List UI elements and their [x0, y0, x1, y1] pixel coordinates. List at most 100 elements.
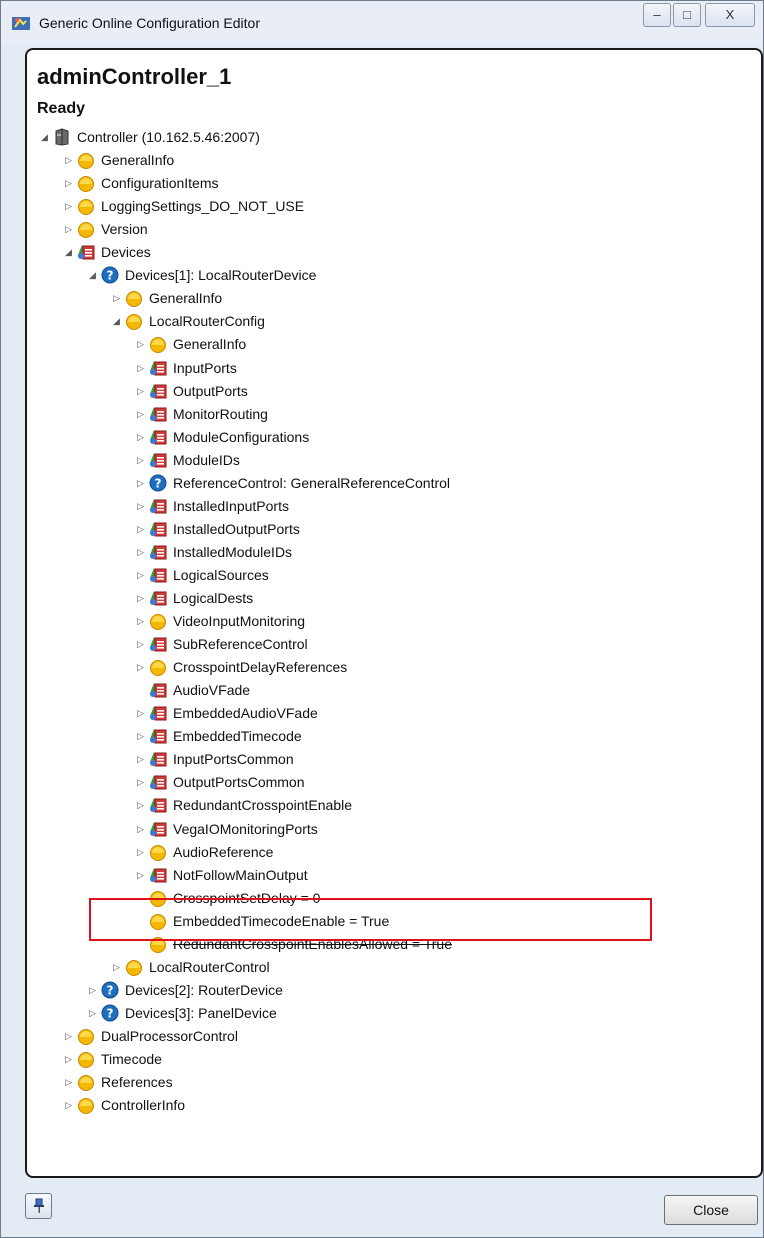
tree-node[interactable]: ▷ LoggingSettings_DO_NOT_USE — [65, 195, 727, 218]
tree-node[interactable]: ◢? Devices[1]: LocalRouterDevice — [89, 264, 727, 287]
tree-node[interactable]: ▷ ModuleIDs — [137, 449, 727, 472]
collapsed-triangle-icon[interactable]: ▷ — [137, 547, 145, 557]
tree-node[interactable]: ▷ OutputPortsCommon — [137, 771, 727, 794]
tree-node[interactable]: ▷ MonitorRouting — [137, 403, 727, 426]
collapsed-triangle-icon[interactable]: ▷ — [65, 1077, 73, 1087]
tree-node[interactable]: ▷ ConfigurationItems — [65, 172, 727, 195]
folder-icon — [150, 913, 166, 930]
tree-node[interactable]: ◢ Devices — [65, 241, 727, 264]
tree-node[interactable]: ◢ Controller (10.162.5.46:2007) — [41, 126, 727, 149]
tree-node[interactable]: ▷ GeneralInfo — [65, 149, 727, 172]
collapsed-triangle-icon[interactable]: ▷ — [137, 847, 145, 857]
expanded-triangle-icon[interactable]: ◢ — [41, 132, 49, 142]
tree-node[interactable]: ▷ LogicalDests — [137, 587, 727, 610]
collapsed-triangle-icon[interactable]: ▷ — [89, 985, 97, 995]
collapsed-triangle-icon[interactable]: ▷ — [137, 339, 145, 349]
collapsed-triangle-icon[interactable]: ▷ — [137, 409, 145, 419]
tree-node[interactable]: ▷ OutputPorts — [137, 380, 727, 403]
collapsed-triangle-icon[interactable]: ▷ — [137, 616, 145, 626]
collapsed-triangle-icon[interactable]: ▷ — [65, 224, 73, 234]
close-window-button[interactable]: X — [705, 3, 755, 27]
tree-node[interactable]: ▷ VegaIOMonitoringPorts — [137, 818, 727, 841]
collapsed-triangle-icon[interactable]: ▷ — [137, 639, 145, 649]
collapsed-triangle-icon[interactable]: ▷ — [89, 1008, 97, 1018]
tree-node-label: LocalRouterControl — [149, 958, 270, 975]
tree-node[interactable]: ▷ SubReferenceControl — [137, 633, 727, 656]
controller-icon — [55, 128, 69, 146]
tree-node[interactable]: ▷ GeneralInfo — [113, 287, 727, 310]
collapsed-triangle-icon[interactable]: ▷ — [137, 824, 145, 834]
tree-node[interactable]: RedundantCrosspointEnablesAllowed = True — [137, 933, 727, 956]
tree-node[interactable]: AudioVFade — [137, 679, 727, 702]
folder-icon — [150, 337, 166, 354]
title-bar[interactable]: Generic Online Configuration Editor – □ … — [1, 1, 763, 45]
collapsed-triangle-icon[interactable]: ▷ — [137, 524, 145, 534]
tree-node[interactable]: ▷ References — [65, 1071, 727, 1094]
pin-button[interactable] — [25, 1193, 52, 1219]
tree-node-label: Timecode — [101, 1051, 162, 1067]
tree-node[interactable]: ▷ InputPorts — [137, 357, 727, 380]
expanded-triangle-icon[interactable]: ◢ — [65, 247, 73, 257]
collapsed-triangle-icon[interactable]: ▷ — [137, 662, 145, 672]
collapsed-triangle-icon[interactable]: ▷ — [137, 754, 145, 764]
tree-node[interactable]: EmbeddedTimecodeEnable = True — [137, 910, 727, 933]
tree-node[interactable]: ▷ AudioReference — [137, 841, 727, 864]
tree-node[interactable]: ▷ InputPortsCommon — [137, 748, 727, 771]
tree-node[interactable]: ▷ ControllerInfo — [65, 1094, 727, 1117]
collapsed-triangle-icon[interactable]: ▷ — [137, 593, 145, 603]
collapsed-triangle-icon[interactable]: ▷ — [137, 455, 145, 465]
tree-node[interactable]: ▷? ReferenceControl: GeneralReferenceCont… — [137, 472, 727, 495]
collapsed-triangle-icon[interactable]: ▷ — [137, 432, 145, 442]
collapsed-triangle-icon[interactable]: ▷ — [65, 178, 73, 188]
close-button[interactable]: Close — [664, 1195, 758, 1225]
collapsed-triangle-icon[interactable]: ▷ — [137, 731, 145, 741]
collapsed-triangle-icon[interactable]: ▷ — [137, 501, 145, 511]
tree-node[interactable]: ▷ EmbeddedAudioVFade — [137, 702, 727, 725]
tree-node[interactable]: ▷ ModuleConfigurations — [137, 426, 727, 449]
collapsed-triangle-icon[interactable]: ▷ — [113, 293, 121, 303]
collapsed-triangle-icon[interactable]: ▷ — [137, 870, 145, 880]
tree-node[interactable]: CrosspointSetDelay = 0 — [137, 887, 727, 910]
collapsed-triangle-icon[interactable]: ▷ — [137, 708, 145, 718]
tree-node-label: RedundantCrosspointEnable — [173, 797, 353, 814]
tree-node[interactable]: ▷ RedundantCrosspointEnable — [137, 794, 727, 817]
tree-node[interactable]: ▷? Devices[3]: PanelDevice — [89, 1002, 727, 1025]
tree-node-label: ReferenceControl: GeneralReferenceContro… — [173, 474, 451, 491]
svg-text:?: ? — [107, 269, 114, 283]
tree-node[interactable]: ▷? Devices[2]: RouterDevice — [89, 979, 727, 1002]
collapsed-triangle-icon[interactable]: ▷ — [113, 962, 121, 972]
tree-node[interactable]: ▷ DualProcessorControl — [65, 1025, 727, 1048]
tree-node[interactable]: ▷ InstalledModuleIDs — [137, 541, 727, 564]
tree-node-label: Controller (10.162.5.46:2007) — [77, 129, 260, 145]
collapsed-triangle-icon[interactable]: ▷ — [137, 777, 145, 787]
tree-node[interactable]: ▷ CrosspointDelayReferences — [137, 656, 727, 679]
tree-node[interactable]: ▷ Version — [65, 218, 727, 241]
tree-node[interactable]: ▷ VideoInputMonitoring — [137, 610, 727, 633]
tree-node[interactable]: ▷ InstalledOutputPorts — [137, 518, 727, 541]
tree-node[interactable]: ▷ InstalledInputPorts — [137, 495, 727, 518]
collapsed-triangle-icon[interactable]: ▷ — [137, 800, 145, 810]
tree-node[interactable]: ▷ Timecode — [65, 1048, 727, 1071]
tree-node[interactable]: ◢ LocalRouterConfig — [113, 310, 727, 333]
tree-node[interactable]: ▷ GeneralInfo — [137, 333, 727, 356]
expanded-triangle-icon[interactable]: ◢ — [89, 270, 97, 280]
collapsed-triangle-icon[interactable]: ▷ — [137, 478, 145, 488]
collapsed-triangle-icon[interactable]: ▷ — [65, 201, 73, 211]
collapsed-triangle-icon[interactable]: ▷ — [65, 155, 73, 165]
collapsed-triangle-icon[interactable]: ▷ — [137, 570, 145, 580]
collapsed-triangle-icon[interactable]: ▷ — [137, 386, 145, 396]
tree-node-label: EmbeddedTimecodeEnable = True — [173, 912, 390, 929]
tree-node[interactable]: ▷ LogicalSources — [137, 564, 727, 587]
minimize-button[interactable]: – — [643, 3, 671, 27]
tree-node[interactable]: ▷ NotFollowMainOutput — [137, 864, 727, 887]
tree-node-label: References — [101, 1074, 173, 1091]
tree-node[interactable]: ▷ LocalRouterControl — [113, 956, 727, 979]
collapsed-triangle-icon[interactable]: ▷ — [65, 1054, 73, 1064]
collapsed-triangle-icon[interactable]: ▷ — [65, 1100, 73, 1110]
help-icon: ? — [101, 981, 119, 999]
collapsed-triangle-icon[interactable]: ▷ — [137, 363, 145, 373]
tree-node[interactable]: ▷ EmbeddedTimecode — [137, 725, 727, 748]
expanded-triangle-icon[interactable]: ◢ — [113, 316, 121, 326]
collapsed-triangle-icon[interactable]: ▷ — [65, 1031, 73, 1041]
maximize-button[interactable]: □ — [673, 3, 701, 27]
